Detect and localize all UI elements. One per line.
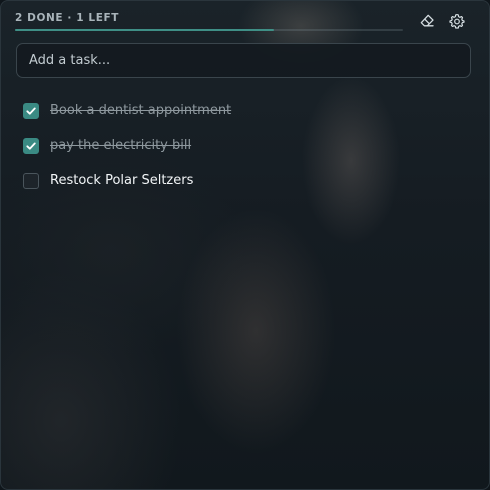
add-task-input[interactable] <box>16 43 471 78</box>
todo-widget: 2 DONE · 1 LEFT Add a task... Book a den… <box>0 0 490 490</box>
checkmark-icon <box>26 142 36 150</box>
status-summary: 2 DONE · 1 LEFT <box>15 12 120 24</box>
eraser-icon <box>419 13 435 29</box>
task-checkbox[interactable] <box>23 172 39 189</box>
progress-fill <box>15 29 274 31</box>
task-list: Book a dentist appointment pay the elect… <box>23 93 469 198</box>
task-label: Book a dentist appointment <box>50 103 232 118</box>
task-checkbox[interactable] <box>23 102 39 119</box>
clear-completed-button[interactable] <box>417 11 437 31</box>
task-item[interactable]: Restock Polar Seltzers <box>23 163 469 198</box>
task-item[interactable]: pay the electricity bill <box>23 128 469 163</box>
header: 2 DONE · 1 LEFT <box>15 9 471 31</box>
task-label: pay the electricity bill <box>50 138 192 153</box>
task-item[interactable]: Book a dentist appointment <box>23 93 469 128</box>
checkmark-icon <box>26 107 36 115</box>
task-checkbox[interactable] <box>23 137 39 154</box>
progress-bar <box>15 29 403 31</box>
task-label: Restock Polar Seltzers <box>50 173 194 188</box>
settings-button[interactable] <box>447 11 467 31</box>
gear-icon <box>449 13 465 29</box>
